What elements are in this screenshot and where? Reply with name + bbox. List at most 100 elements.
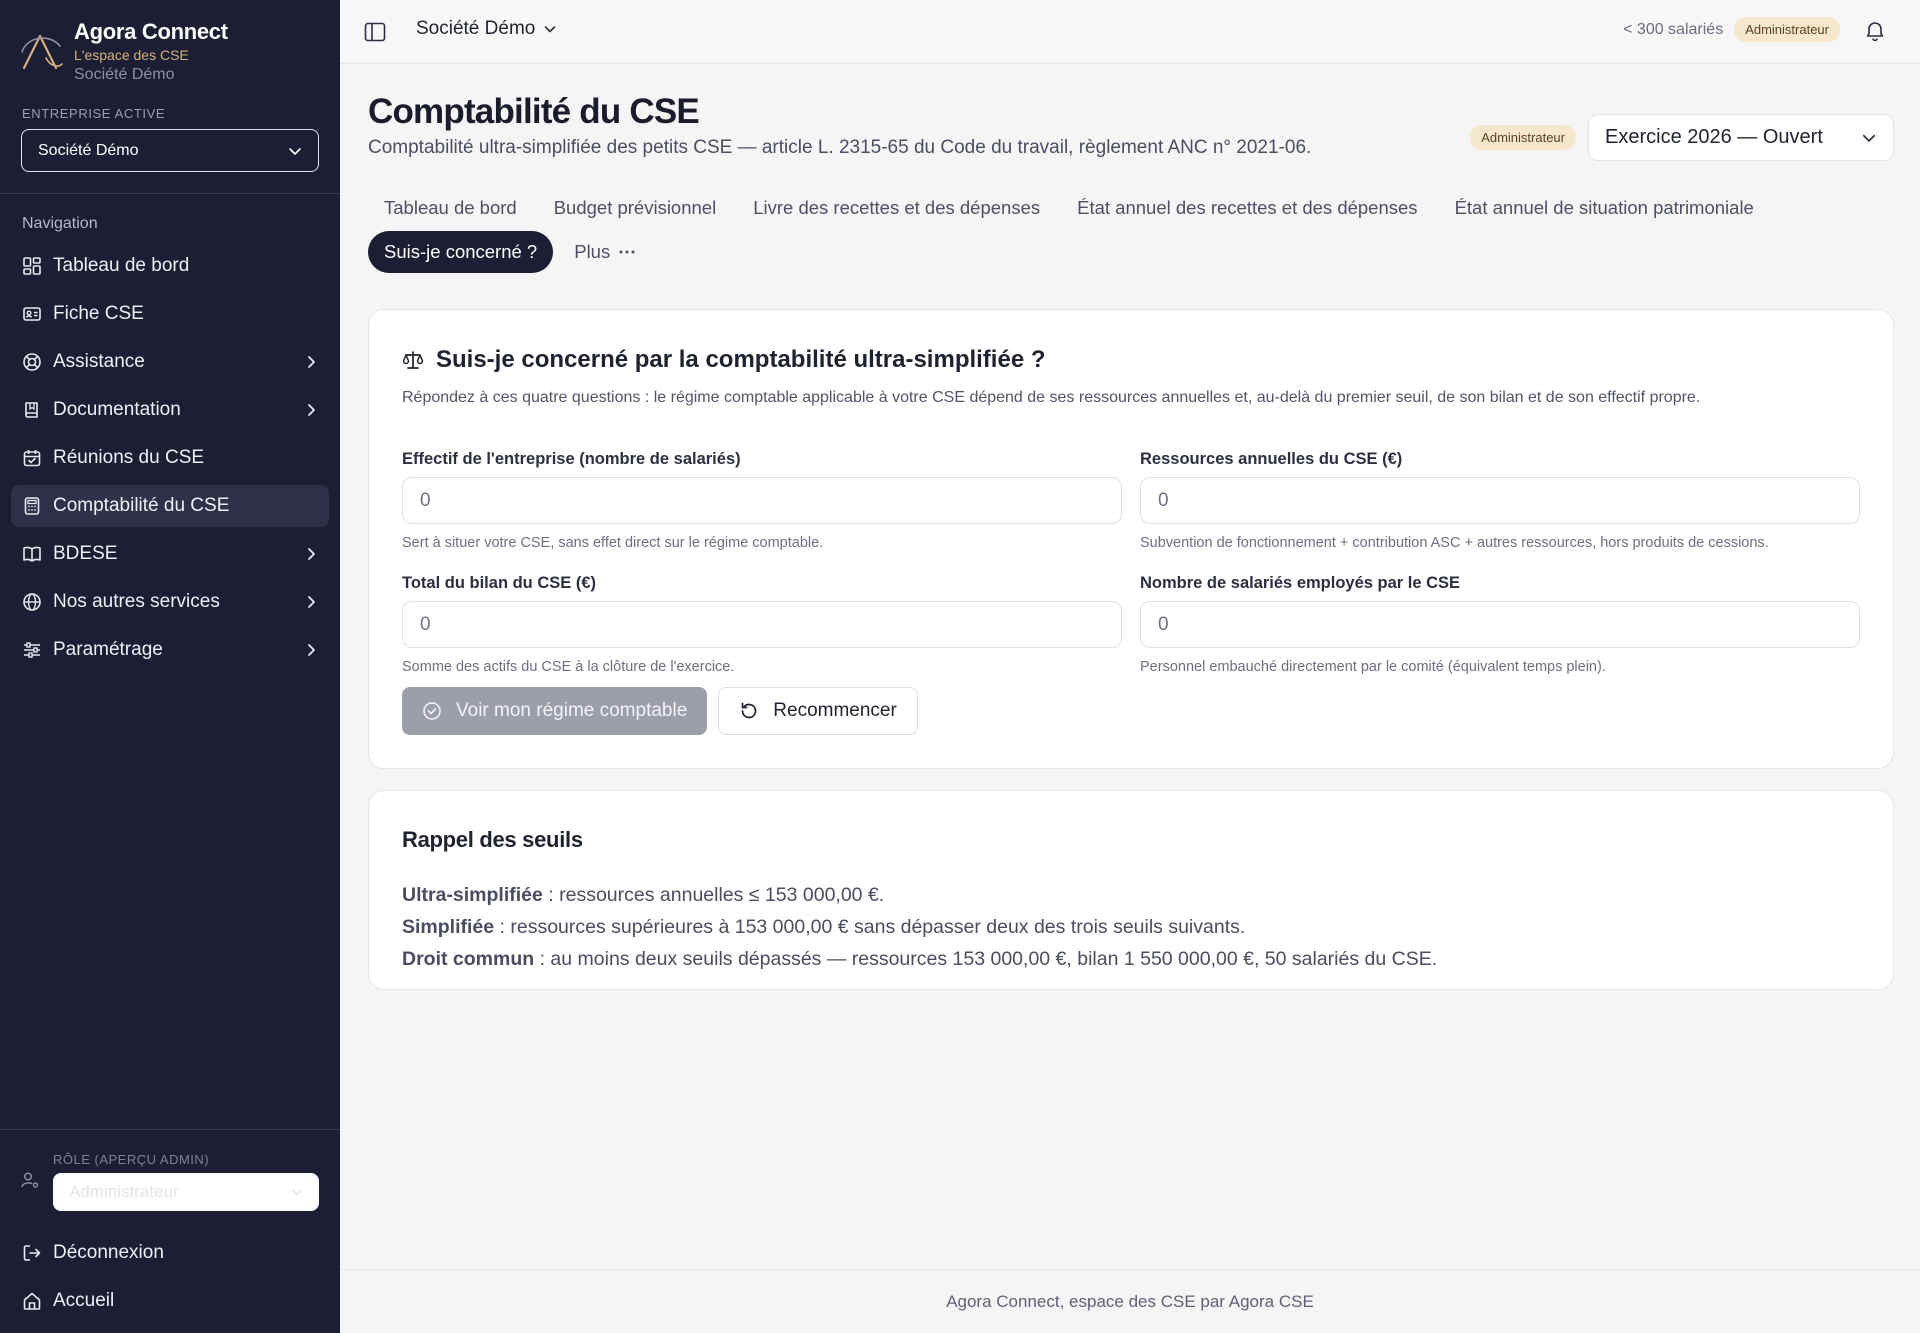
dashboard-icon xyxy=(22,256,42,276)
company-switcher-label: Société Démo xyxy=(416,18,536,39)
sidebar: Agora Connect L'espace des CSE Société D… xyxy=(0,0,340,1333)
sidebar-divider xyxy=(0,193,340,194)
total-bilan-input[interactable]: 0 xyxy=(402,601,1122,648)
chevron-down-icon xyxy=(292,1189,302,1196)
tab-more[interactable]: Plus xyxy=(558,231,651,273)
role-badge: Administrateur xyxy=(1470,125,1576,150)
role-value: Administrateur xyxy=(69,1182,179,1201)
chevron-right-icon xyxy=(308,548,315,560)
field-label: Effectif de l'entreprise (nombre de sala… xyxy=(402,450,741,468)
active-company-select[interactable]: Société Démo xyxy=(21,129,319,172)
logout-button[interactable]: Déconnexion xyxy=(11,1232,329,1274)
employee-count: < 300 salariés xyxy=(1623,20,1724,38)
field-help: Personnel embauché directement par le co… xyxy=(1140,659,1606,675)
tab-row-1: Tableau de bord Budget prévisionnel Livr… xyxy=(368,187,1770,229)
sidebar-toggle-icon[interactable] xyxy=(364,22,386,42)
field-ressources-annuelles: Ressources annuelles du CSE (€) 0 Subven… xyxy=(1140,450,1860,551)
chevron-down-icon xyxy=(289,147,301,155)
sidebar-item-fiche-cse[interactable]: Fiche CSE xyxy=(11,293,329,335)
sidebar-item-tableau-de-bord[interactable]: Tableau de bord xyxy=(11,245,329,287)
thresholds-card: Rappel des seuils Ultra-simplifiée : res… xyxy=(368,790,1894,990)
brand-name: Agora Connect xyxy=(74,19,228,44)
page-footer: Agora Connect, espace des CSE par Agora … xyxy=(340,1269,1920,1333)
submit-regime-button[interactable]: Voir mon régime comptable xyxy=(402,687,708,735)
eligibility-card-title-text: Suis-je concerné par la comptabilité ult… xyxy=(436,346,1046,373)
form-actions: Voir mon régime comptable Recommencer xyxy=(402,687,918,735)
effectif-entreprise-input[interactable]: 0 xyxy=(402,477,1122,524)
calculator-icon xyxy=(22,496,42,516)
field-help: Subvention de fonctionnement + contribut… xyxy=(1140,535,1769,551)
sidebar-item-label: Fiche CSE xyxy=(53,303,144,324)
home-label: Accueil xyxy=(53,1290,115,1311)
threshold-rule: Simplifiée : ressources supérieures à 15… xyxy=(402,911,1437,943)
chevron-right-icon xyxy=(308,644,315,656)
reset-button[interactable]: Recommencer xyxy=(718,687,918,735)
brand-tagline: L'espace des CSE xyxy=(74,47,189,63)
rotate-ccw-icon xyxy=(739,701,759,721)
thresholds-list: Ultra-simplifiée : ressources annuelles … xyxy=(402,879,1437,975)
chevron-down-icon xyxy=(1863,134,1875,142)
field-salaries-cse: Nombre de salariés employés par le CSE 0… xyxy=(1140,574,1860,675)
topbar-right: < 300 salariés Administrateur xyxy=(1623,17,1886,42)
brand[interactable]: Agora Connect L'espace des CSE Société D… xyxy=(20,18,228,86)
user-cog-icon xyxy=(21,1172,39,1188)
threshold-text: : au moins deux seuils dépassés — ressou… xyxy=(534,948,1438,970)
logout-label: Déconnexion xyxy=(53,1242,164,1263)
sidebar-item-label: Tableau de bord xyxy=(53,255,190,276)
sidebar-item-reunions[interactable]: Réunions du CSE xyxy=(11,437,329,479)
threshold-term: Ultra-simplifiée xyxy=(402,884,543,906)
threshold-text: : ressources supérieures à 153 000,00 € … xyxy=(494,916,1246,938)
exercise-select[interactable]: Exercice 2026 — Ouvert xyxy=(1588,114,1894,161)
tab-etat-annuel-recettes[interactable]: État annuel des recettes et des dépenses xyxy=(1061,187,1433,229)
tab-livre-recettes-depenses[interactable]: Livre des recettes et des dépenses xyxy=(737,187,1056,229)
calendar-check-icon xyxy=(22,448,42,468)
sidebar-item-label: Réunions du CSE xyxy=(53,447,205,468)
field-label: Total du bilan du CSE (€) xyxy=(402,574,597,592)
lifebuoy-icon xyxy=(22,352,42,372)
page-subtitle: Comptabilité ultra-simplifiée des petits… xyxy=(368,137,1312,158)
check-circle-icon xyxy=(422,701,442,721)
header-actions: Administrateur Exercice 2026 — Ouvert xyxy=(1470,114,1894,161)
id-card-icon xyxy=(22,304,42,324)
book-icon xyxy=(22,400,42,420)
threshold-text: : ressources annuelles ≤ 153 000,00 €. xyxy=(542,884,885,906)
active-company-value: Société Démo xyxy=(38,141,139,159)
chevron-right-icon xyxy=(308,356,315,368)
tab-etat-situation-patrimoniale[interactable]: État annuel de situation patrimoniale xyxy=(1439,187,1770,229)
sidebar-item-autres-services[interactable]: Nos autres services xyxy=(11,581,329,623)
threshold-term: Droit commun xyxy=(402,948,535,970)
sidebar-item-label: BDESE xyxy=(53,543,118,564)
home-link[interactable]: Accueil xyxy=(11,1280,329,1322)
sidebar-divider xyxy=(0,1129,340,1130)
sidebar-item-assistance[interactable]: Assistance xyxy=(11,341,329,383)
open-book-icon xyxy=(22,544,42,564)
nav-label: Navigation xyxy=(22,215,98,232)
thresholds-card-title: Rappel des seuils xyxy=(402,827,583,852)
sidebar-item-label: Comptabilité du CSE xyxy=(53,495,230,516)
sidebar-bottom-nav: Déconnexion Accueil xyxy=(11,1232,329,1328)
role-select[interactable]: Administrateur xyxy=(53,1173,319,1211)
sliders-icon xyxy=(22,640,42,660)
sidebar-item-bdese[interactable]: BDESE xyxy=(11,533,329,575)
tab-suis-je-concerne[interactable]: Suis-je concerné ? xyxy=(368,231,554,273)
sidebar-item-documentation[interactable]: Documentation xyxy=(11,389,329,431)
ressources-annuelles-input[interactable]: 0 xyxy=(1140,477,1860,524)
tab-budget-previsionnel[interactable]: Budget prévisionnel xyxy=(538,187,733,229)
sidebar-item-label: Assistance xyxy=(53,351,145,372)
globe-icon xyxy=(22,592,42,612)
bell-icon[interactable] xyxy=(1864,19,1886,41)
sidebar-item-label: Nos autres services xyxy=(53,591,220,612)
topbar: Société Démo < 300 salariés Administrate… xyxy=(340,0,1920,64)
sidebar-nav: Tableau de bord Fiche CSE Assistance Doc… xyxy=(11,245,329,677)
company-switcher[interactable]: Société Démo xyxy=(416,18,557,40)
exercise-value: Exercice 2026 — Ouvert xyxy=(1605,126,1823,148)
threshold-rule: Droit commun : au moins deux seuils dépa… xyxy=(402,943,1437,975)
sidebar-item-comptabilite[interactable]: Comptabilité du CSE xyxy=(11,485,329,527)
sidebar-item-parametrage[interactable]: Paramétrage xyxy=(11,629,329,671)
submit-regime-label: Voir mon régime comptable xyxy=(456,700,688,721)
salaries-cse-input[interactable]: 0 xyxy=(1140,601,1860,648)
tab-tableau-de-bord[interactable]: Tableau de bord xyxy=(368,187,533,229)
tab-row-2: Suis-je concerné ? Plus xyxy=(368,231,651,273)
role-badge: Administrateur xyxy=(1734,17,1840,42)
chevron-right-icon xyxy=(308,404,315,416)
